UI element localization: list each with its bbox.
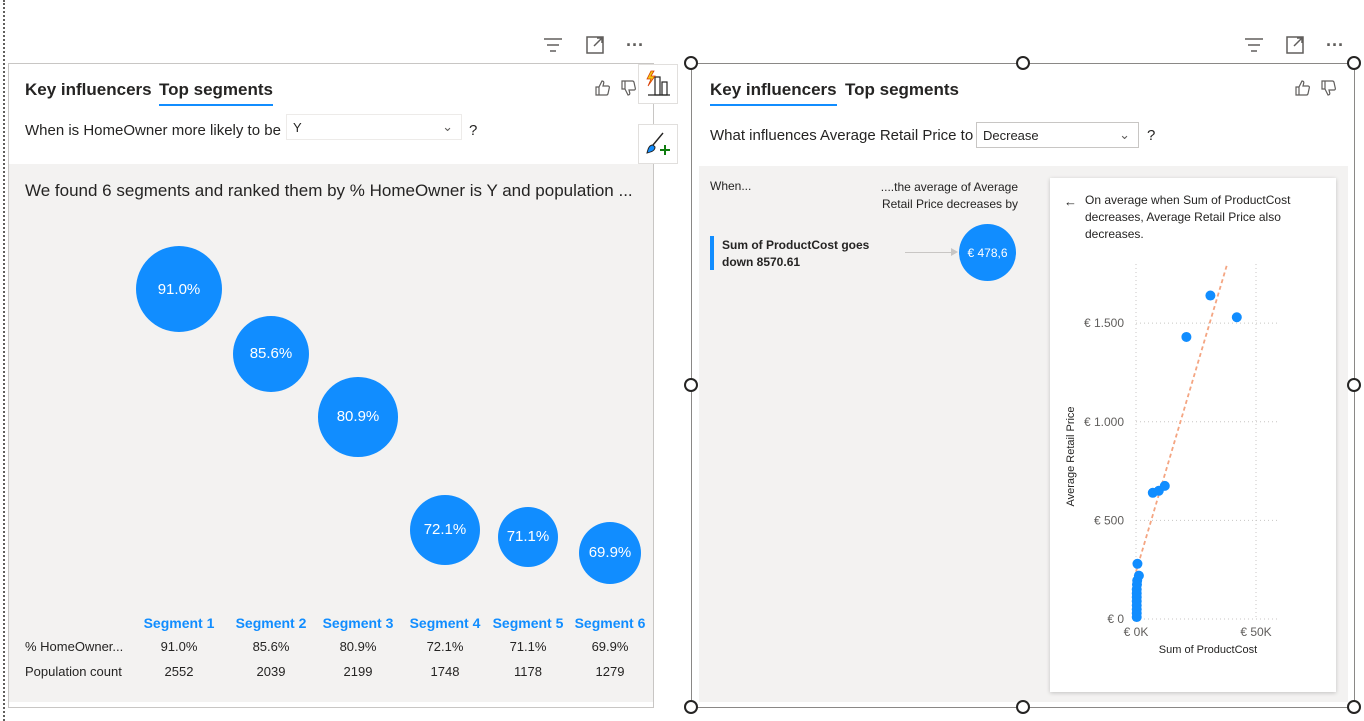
resize-handle-top-right[interactable] bbox=[1347, 56, 1361, 70]
tab-key-influencers-right[interactable]: Key influencers bbox=[710, 80, 837, 106]
segment-label[interactable]: Segment 3 bbox=[315, 615, 401, 631]
focus-mode-icon[interactable] bbox=[1284, 34, 1306, 56]
question-suffix: ? bbox=[1147, 127, 1156, 144]
back-arrow-icon[interactable]: ← bbox=[1064, 194, 1077, 209]
canvas-edge bbox=[3, 0, 5, 721]
focus-mode-icon[interactable] bbox=[584, 34, 606, 56]
thumbs-down-icon[interactable] bbox=[1320, 80, 1336, 99]
row-header-population: Population count bbox=[25, 664, 122, 679]
more-options-icon[interactable]: ··· bbox=[1324, 34, 1346, 56]
scatter-point bbox=[1181, 331, 1192, 342]
segments-summary: We found 6 segments and ranked them by %… bbox=[25, 181, 633, 200]
tab-key-influencers-left[interactable]: Key influencers bbox=[25, 80, 152, 100]
y-tick-label: € 0 bbox=[1107, 612, 1124, 626]
population-cell: 2199 bbox=[343, 664, 373, 679]
homeowner-cell: 91.0% bbox=[160, 639, 198, 654]
y-tick-label: € 1.500 bbox=[1084, 316, 1124, 330]
resize-handle-top-middle[interactable] bbox=[1016, 56, 1030, 70]
question-prefix: When is HomeOwner more likely to be bbox=[25, 122, 281, 139]
y-axis-title: Average Retail Price bbox=[1065, 406, 1077, 506]
resize-handle-middle-left[interactable] bbox=[684, 378, 698, 392]
visual-type-button[interactable] bbox=[638, 64, 678, 104]
population-cell: 1178 bbox=[514, 664, 542, 679]
detail-description: On average when Sum of ProductCost decre… bbox=[1085, 193, 1291, 241]
when-header: When... bbox=[710, 179, 752, 193]
segment-label[interactable]: Segment 1 bbox=[136, 615, 222, 631]
scatter-point bbox=[1231, 312, 1242, 323]
chevron-down-icon: ⌄ bbox=[442, 119, 453, 134]
chevron-down-icon: ⌄ bbox=[1119, 127, 1130, 142]
selected-value: Decrease bbox=[983, 127, 1039, 143]
segment-label[interactable]: Segment 5 bbox=[485, 615, 571, 631]
row-header-homeowner: % HomeOwner... bbox=[25, 639, 124, 654]
result-header: ....the average of Average Retail Price … bbox=[880, 180, 1018, 211]
chart-lightning-icon bbox=[646, 70, 670, 96]
homeowner-cell: 69.9% bbox=[591, 639, 629, 654]
resize-handle-middle-right[interactable] bbox=[1347, 378, 1361, 392]
y-tick-label: € 500 bbox=[1094, 513, 1124, 527]
thumbs-down-icon[interactable] bbox=[620, 80, 636, 99]
segment-label[interactable]: Segment 4 bbox=[402, 615, 488, 631]
scatter-point bbox=[1132, 558, 1143, 569]
segment-label[interactable]: Segment 6 bbox=[567, 615, 653, 631]
segment-bubble[interactable]: 91.0% bbox=[136, 246, 222, 332]
filter-icon[interactable] bbox=[542, 34, 564, 56]
thumbs-up-icon[interactable] bbox=[1294, 80, 1310, 99]
resize-handle-bottom-left[interactable] bbox=[684, 700, 698, 714]
segment-bubble[interactable]: 69.9% bbox=[578, 521, 642, 585]
segment-bubble[interactable]: 71.1% bbox=[497, 506, 559, 568]
homeowner-cell: 71.1% bbox=[509, 639, 547, 654]
scatter-point bbox=[1205, 290, 1216, 301]
scatter-chart: € 0 € 500 € 1.000 € 1.500 € 0K € 50K Sum of Pr… bbox=[1065, 263, 1280, 656]
resize-handle-bottom-right[interactable] bbox=[1347, 700, 1361, 714]
tab-top-segments-right[interactable]: Top segments bbox=[845, 80, 959, 100]
direction-select[interactable]: Decrease ⌄ bbox=[976, 122, 1139, 148]
resize-handle-top-left[interactable] bbox=[684, 56, 698, 70]
filter-icon[interactable] bbox=[1243, 34, 1265, 56]
x-tick-label: € 0K bbox=[1124, 625, 1149, 639]
format-visual-button[interactable] bbox=[638, 124, 678, 164]
connector-line bbox=[905, 252, 955, 253]
segment-label[interactable]: Segment 2 bbox=[228, 615, 314, 631]
population-cell: 1279 bbox=[595, 664, 625, 679]
y-tick-label: € 1.000 bbox=[1084, 415, 1124, 429]
scatter-point bbox=[1133, 570, 1144, 581]
influencer-label[interactable]: Sum of ProductCost goes down 8570.61 bbox=[722, 237, 882, 271]
influencer-selected-bar bbox=[710, 236, 714, 270]
homeowner-cell: 85.6% bbox=[252, 639, 290, 654]
selected-value: Y bbox=[293, 119, 302, 135]
paintbrush-plus-icon bbox=[646, 132, 670, 155]
homeowner-value-select[interactable]: Y ⌄ bbox=[286, 114, 462, 140]
resize-handle-bottom-middle[interactable] bbox=[1016, 700, 1030, 714]
homeowner-cell: 80.9% bbox=[339, 639, 377, 654]
x-tick-label: € 50K bbox=[1240, 625, 1271, 639]
thumbs-up-icon[interactable] bbox=[594, 80, 610, 99]
tab-top-segments-left[interactable]: Top segments bbox=[159, 80, 273, 106]
trend-line bbox=[1135, 263, 1229, 572]
more-options-icon[interactable]: ··· bbox=[624, 34, 646, 56]
population-cell: 2039 bbox=[256, 664, 286, 679]
question-suffix: ? bbox=[469, 122, 478, 139]
connector-arrow bbox=[951, 248, 958, 256]
scatter-point bbox=[1159, 480, 1170, 491]
question-prefix: What influences Average Retail Price to bbox=[710, 127, 974, 144]
x-axis-title: Sum of ProductCost bbox=[1159, 644, 1257, 656]
homeowner-cell: 72.1% bbox=[426, 639, 464, 654]
segment-bubble[interactable]: 80.9% bbox=[318, 377, 398, 457]
population-cell: 1748 bbox=[430, 664, 460, 679]
segment-bubble[interactable]: 85.6% bbox=[232, 315, 310, 393]
influencer-value-bubble[interactable]: € 478,6 bbox=[959, 224, 1016, 281]
population-cell: 2552 bbox=[164, 664, 194, 679]
